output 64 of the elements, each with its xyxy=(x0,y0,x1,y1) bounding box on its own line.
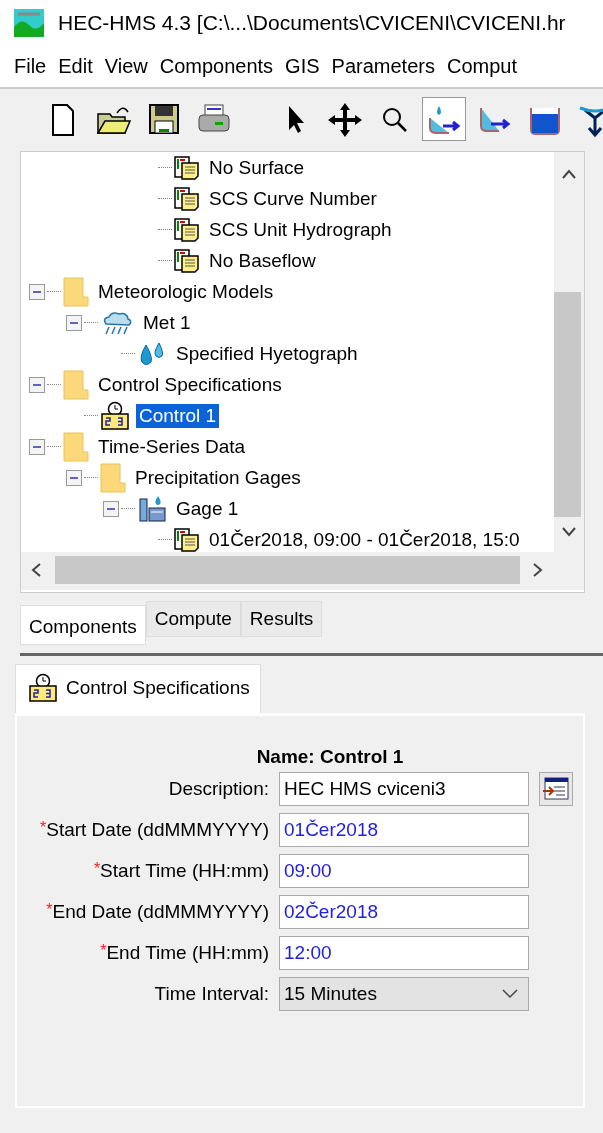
collapse-icon[interactable] xyxy=(29,283,45,300)
document-icon xyxy=(174,248,200,273)
scroll-left-icon[interactable] xyxy=(31,563,41,577)
tree-item[interactable]: Precipitation Gages xyxy=(132,465,304,490)
window-title: HEC-HMS 4.3 [C:\...\Documents\CVICENI\CVICENI.hr xyxy=(58,10,566,35)
collapse-icon[interactable] xyxy=(66,314,82,331)
input-field[interactable]: HEC HMS cviceni3 xyxy=(279,772,529,806)
tab[interactable]: Control Specifications xyxy=(15,664,261,713)
tree-item[interactable]: Control Specifications xyxy=(95,372,285,397)
document-icon xyxy=(174,527,200,552)
tree-item[interactable]: Control 1 xyxy=(136,403,220,428)
menu-item[interactable]: Comput xyxy=(442,54,521,78)
scroll-up-icon[interactable] xyxy=(562,169,576,179)
menu-item[interactable]: Components xyxy=(155,54,278,78)
menu-item[interactable]: File xyxy=(10,54,51,78)
tree-item[interactable]: 01Čer2018, 09:00 - 01Čer2018, 15:0 xyxy=(206,527,523,552)
tree-item[interactable]: Specified Hyetograph xyxy=(173,341,361,366)
document-icon xyxy=(174,217,200,242)
field-label: Description: xyxy=(167,778,269,800)
tree-item[interactable]: Time-Series Data xyxy=(95,434,249,459)
tree-item[interactable]: SCS Curve Number xyxy=(206,186,380,211)
clock-calendar-icon xyxy=(28,673,58,703)
clock-calendar-icon xyxy=(100,400,130,431)
tab[interactable]: Components xyxy=(20,605,146,645)
app-logo-icon xyxy=(14,8,44,37)
document-icon xyxy=(174,155,200,180)
tab[interactable]: Results xyxy=(240,601,323,637)
menu-item[interactable]: Edit xyxy=(54,54,97,78)
tree-item[interactable]: Met 1 xyxy=(140,310,194,335)
name-heading: Name: Control 1 xyxy=(255,746,405,768)
folder-icon xyxy=(100,462,126,493)
menu-item[interactable]: View xyxy=(100,54,152,78)
dropdown[interactable]: 15 Minutes xyxy=(279,977,529,1011)
folder-icon xyxy=(63,276,89,307)
tab[interactable]: Compute xyxy=(145,601,241,637)
field-label: *Start Time (HH:mm) xyxy=(92,860,269,882)
field-label: *End Date (ddMMMYYYY) xyxy=(45,901,269,923)
scroll-down-icon[interactable] xyxy=(562,527,576,537)
folder-icon xyxy=(63,431,89,462)
collapse-icon[interactable] xyxy=(29,438,45,455)
input-field[interactable]: 02Čer2018 xyxy=(279,895,529,929)
input-field[interactable]: 09:00 xyxy=(279,854,529,888)
document-icon xyxy=(174,186,200,211)
vertical-scrollbar[interactable] xyxy=(554,152,584,552)
tree-item[interactable]: Meteorologic Models xyxy=(95,279,277,304)
collapse-icon[interactable] xyxy=(29,376,45,393)
scroll-right-icon[interactable] xyxy=(533,563,543,577)
menu-item[interactable]: Parameters xyxy=(327,54,439,78)
menu-item[interactable]: GIS xyxy=(281,54,324,78)
tree-item[interactable]: No Surface xyxy=(206,155,308,180)
field-label: *Start Date (ddMMMYYYY) xyxy=(39,819,269,841)
tree-item[interactable]: SCS Unit Hydrograph xyxy=(206,217,395,242)
tree-item[interactable]: No Baseflow xyxy=(206,248,319,273)
field-label: *End Time (HH:mm) xyxy=(99,942,269,964)
collapse-icon[interactable] xyxy=(66,469,82,486)
tree-item[interactable]: Gage 1 xyxy=(173,496,242,521)
folder-icon xyxy=(63,369,89,400)
input-field[interactable]: 01Čer2018 xyxy=(279,813,529,847)
horizontal-scrollbar[interactable] xyxy=(21,552,584,590)
description-editor-button[interactable] xyxy=(539,772,573,806)
chevron-down-icon xyxy=(502,989,518,999)
input-field[interactable]: 12:00 xyxy=(279,936,529,970)
field-label: Time Interval: xyxy=(153,983,269,1005)
collapse-icon[interactable] xyxy=(103,500,119,517)
